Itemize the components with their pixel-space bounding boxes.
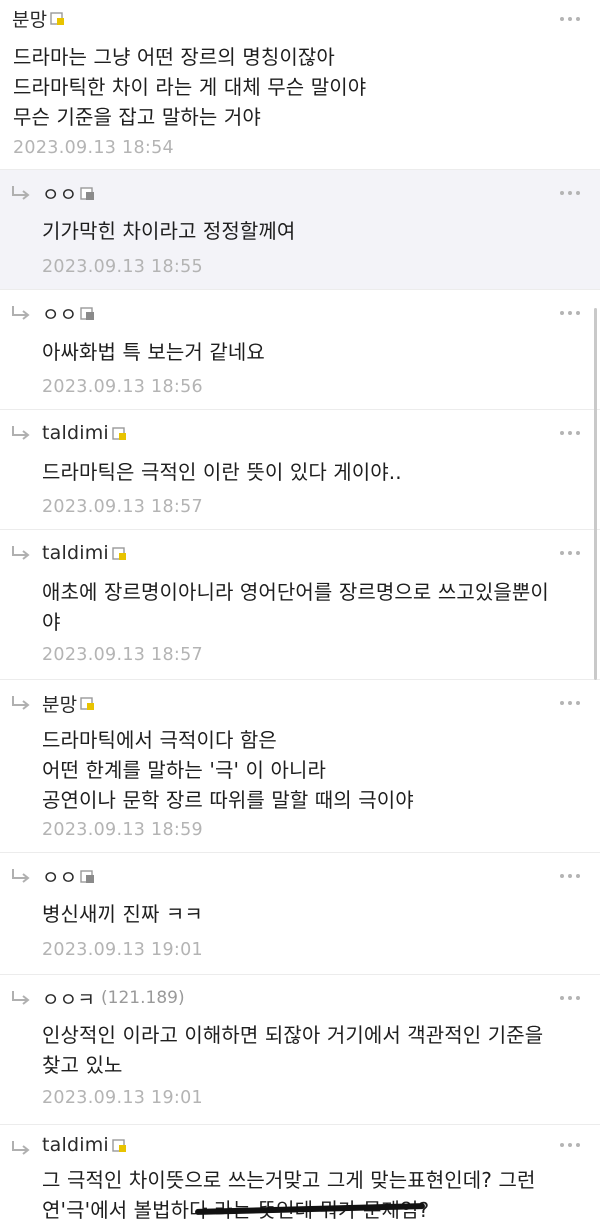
reply-arrow-icon — [12, 991, 30, 1005]
comment-item: ㅇㅇㅋ (121.189) 인상적인 이라고 이해하면 되잖아 거기에서 객관적… — [0, 975, 600, 1125]
comment-text: 병신새끼 진짜 ㅋㅋ — [42, 902, 203, 926]
reply-arrow-icon — [12, 1141, 30, 1155]
comment-timestamp: 2023.09.13 18:57 — [42, 645, 203, 665]
comment-text: 기가막힌 차이라고 정정할께여 — [42, 219, 296, 243]
author-name[interactable]: taldimi — [42, 422, 109, 444]
comment-author[interactable]: taldimi — [42, 540, 127, 566]
comment-item: ㅇㅇ 병신새끼 진짜 ㅋㅋ 2023.09.13 19:01 — [0, 853, 600, 975]
reply-arrow-icon — [12, 696, 30, 710]
author-name[interactable]: taldimi — [42, 542, 109, 564]
author-name[interactable]: ㅇㅇ — [42, 180, 77, 207]
comment-author[interactable]: taldimi — [42, 1132, 127, 1158]
comment-author[interactable]: ㅇㅇ — [42, 863, 95, 889]
comment-timestamp: 2023.09.13 18:59 — [42, 820, 203, 840]
comment-author[interactable]: ㅇㅇ — [42, 300, 95, 326]
more-options-icon[interactable] — [560, 308, 580, 318]
more-options-icon[interactable] — [560, 698, 580, 708]
fixed-nick-badge-icon — [112, 426, 126, 440]
comment-timestamp: 2023.09.13 18:55 — [42, 257, 203, 277]
reply-arrow-icon — [12, 186, 30, 200]
comment-text: 그 극적인 차이뜻으로 쓰는거맞고 그게 맞는표현인데? 그런 연'극'에서 볼… — [42, 1168, 536, 1222]
comment-item: 분망 드라마는 그냥 어떤 장르의 명칭이잖아 드라마틱한 차이 라는 게 대체… — [0, 0, 600, 170]
reply-arrow-icon — [12, 869, 30, 883]
more-options-icon[interactable] — [560, 428, 580, 438]
comment-item: taldimi 애초에 장르명이아니라 영어단어를 장르명으로 쓰고있을뿐이 야… — [0, 530, 600, 680]
reply-arrow-icon — [12, 426, 30, 440]
author-name[interactable]: ㅇㅇㅋ — [42, 985, 95, 1012]
comment-timestamp: 2023.09.13 19:01 — [42, 940, 203, 960]
fixed-nick-badge-icon — [80, 306, 95, 320]
comment-item: taldimi 드라마틱은 극적인 이란 뜻이 있다 게이야.. 2023.09… — [0, 410, 600, 530]
comment-author[interactable]: ㅇㅇ — [42, 180, 95, 206]
comment-timestamp: 2023.09.13 18:57 — [42, 497, 203, 517]
comment-item: ㅇㅇ 아싸화법 특 보는거 같네요 2023.09.13 18:56 — [0, 290, 600, 410]
scrollbar[interactable] — [594, 308, 597, 680]
more-options-icon[interactable] — [560, 993, 580, 1003]
comment-author[interactable]: 분망 — [42, 690, 95, 716]
comment-timestamp: 2023.09.13 19:01 — [42, 1088, 203, 1108]
fixed-nick-badge-icon — [50, 11, 65, 25]
comment-text: 드라마틱은 극적인 이란 뜻이 있다 게이야.. — [42, 460, 402, 484]
author-name[interactable]: 분망 — [42, 690, 77, 717]
fixed-nick-badge-icon — [80, 869, 95, 883]
more-options-icon[interactable] — [560, 871, 580, 881]
comment-text: 인상적인 이라고 이해하면 되잖아 거기에서 객관적인 기준을 찾고 있노 — [42, 1023, 544, 1077]
more-options-icon[interactable] — [560, 548, 580, 558]
fixed-nick-badge-icon — [112, 1138, 126, 1152]
comment-author[interactable]: taldimi — [42, 420, 127, 446]
comment-timestamp: 2023.09.13 18:56 — [42, 377, 203, 397]
comment-author[interactable]: ㅇㅇㅋ (121.189) — [42, 985, 185, 1011]
comment-timestamp: 2023.09.13 18:54 — [13, 138, 174, 158]
comment-author[interactable]: 분망 — [12, 5, 65, 31]
fixed-nick-badge-icon — [112, 546, 126, 560]
author-name[interactable]: 분망 — [12, 5, 47, 32]
more-options-icon[interactable] — [560, 1140, 580, 1150]
author-name[interactable]: ㅇㅇ — [42, 300, 77, 327]
more-options-icon[interactable] — [560, 188, 580, 198]
author-ip: (121.189) — [101, 988, 185, 1008]
reply-arrow-icon — [12, 546, 30, 560]
comment-item: taldimi 그 극적인 차이뜻으로 쓰는거맞고 그게 맞는표현인데? 그런 … — [0, 1125, 600, 1227]
fixed-nick-badge-icon — [80, 186, 95, 200]
comment-text: 아싸화법 특 보는거 같네요 — [42, 340, 265, 364]
comment-item: ㅇㅇ 기가막힌 차이라고 정정할께여 2023.09.13 18:55 — [0, 170, 600, 290]
comment-text: 애초에 장르명이아니라 영어단어를 장르명으로 쓰고있을뿐이 야 — [42, 580, 549, 634]
comment-text: 드라마틱에서 극적이다 함은 어떤 한계를 말하는 '극' 이 아니라 공연이나… — [42, 728, 414, 812]
fixed-nick-badge-icon — [80, 696, 95, 710]
reply-arrow-icon — [12, 306, 30, 320]
comment-text: 드라마는 그냥 어떤 장르의 명칭이잖아 드라마틱한 차이 라는 게 대체 무슨… — [13, 45, 367, 129]
author-name[interactable]: ㅇㅇ — [42, 863, 77, 890]
more-options-icon[interactable] — [560, 14, 580, 24]
comment-item: 분망 드라마틱에서 극적이다 함은 어떤 한계를 말하는 '극' 이 아니라 공… — [0, 680, 600, 853]
author-name[interactable]: taldimi — [42, 1134, 109, 1156]
